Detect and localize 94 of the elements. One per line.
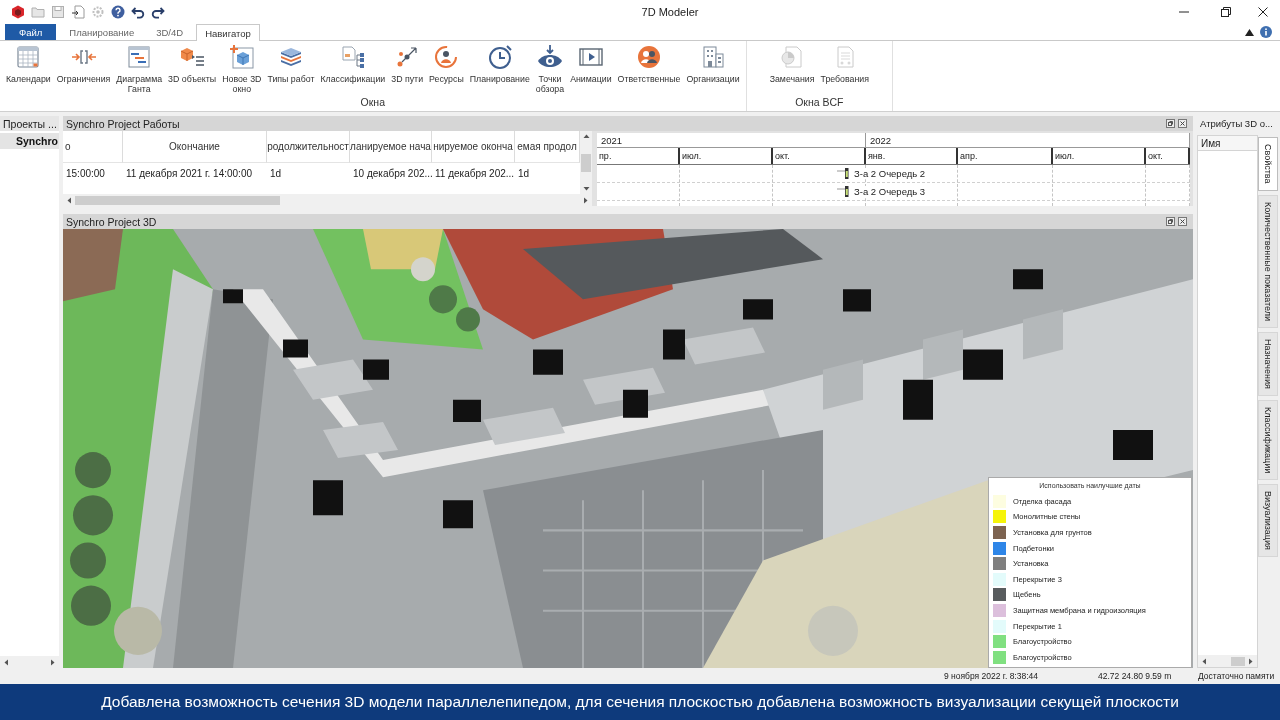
eye-icon [536,44,563,70]
column-header[interactable]: о [63,131,123,163]
vertical-scrollbar[interactable] [580,131,592,194]
side-tab[interactable]: Свойства [1258,137,1278,191]
building-icon [700,44,726,70]
status-coordinates: 42.72 24.80 9.59 m [1097,671,1173,681]
help-icon[interactable] [111,5,125,19]
table-cell-text: 1d [269,166,283,181]
ribbon-group-label: Окна BCF [794,96,845,110]
arrow-left-icon[interactable] [1201,657,1208,665]
gantt-chart-icon [126,44,153,70]
horizontal-scrollbar[interactable] [1198,655,1257,667]
person-cycle-icon [433,44,460,70]
clock-icon [486,44,513,70]
ribbon-button[interactable]: Диаграмма Ганта [113,44,166,94]
task-bar-icon[interactable] [837,185,850,198]
month-header: июл. [680,148,773,164]
ribbon-tab[interactable]: Планирование [60,24,144,40]
restore-icon[interactable] [1166,119,1175,128]
arrow-up-icon[interactable] [582,133,590,140]
ribbon-tab[interactable]: 3D/4D [147,24,193,40]
table-cell-text: 11 декабря 2021 г. 14:00:00 [125,166,253,181]
ribbon-button[interactable]: Анимации [567,44,615,84]
ribbon-button[interactable]: Точки обзора [532,44,568,94]
scrollbar-thumb[interactable] [1231,656,1245,666]
calendar-icon [15,44,42,70]
column-header[interactable]: Окончание [123,131,267,163]
project-item[interactable]: Synchro [0,133,59,149]
month-header: окт. [773,148,866,164]
ribbon-button[interactable]: Календари [3,44,54,84]
ribbon-button[interactable]: Планирование [466,44,533,84]
ribbon-button[interactable]: Ресурсы [426,44,467,84]
ribbon-button[interactable]: 3D объекты [165,44,220,84]
close-icon[interactable] [1178,217,1187,226]
arrow-left-icon[interactable] [66,196,73,204]
task-label: З-а 2 Очередь 2 [854,168,926,179]
restore-icon[interactable] [1166,217,1175,226]
task-label: З-а 2 Очередь 3 [854,186,926,197]
window-title: 7D Modeler [641,6,699,18]
table-cell-text: 10 декабря 202... [352,166,432,181]
file-menu-tab[interactable]: Файл [5,24,57,40]
tree-list-icon [339,44,366,70]
ribbon-button[interactable]: 3D пути [388,44,427,84]
side-tab[interactable]: Визуализация [1258,483,1278,557]
ribbon-group-label: Окна [359,96,386,110]
year-header: 2022 [866,133,1190,147]
ribbon-tab[interactable]: Навигатор [196,24,260,41]
month-header: янв. [866,148,958,164]
ribbon-button[interactable]: Ответственные [614,44,684,84]
month-header: июл. [1053,148,1146,164]
status-date: 9 ноября 2022 г. 8:38:44 [943,671,1038,681]
ribbon-button[interactable]: Организации [683,44,743,84]
side-tab[interactable]: Назначения [1258,331,1278,396]
ribbon-button[interactable]: Типы работ [264,44,318,84]
table-cell-text: 15:00:00 [65,166,106,181]
people-icon [636,44,662,70]
arrow-right-icon[interactable] [49,658,56,666]
month-header: окт. [1146,148,1190,164]
table-cell-text: 1d [517,166,531,181]
panel-title: Synchro Project Работы [66,117,180,130]
collapse-ribbon-icon[interactable] [1245,27,1254,37]
import-icon[interactable] [71,5,85,19]
cube-window-icon [228,44,255,70]
scrollbar-thumb[interactable] [75,195,280,205]
column-header[interactable]: нируемое оконча [432,131,515,163]
info-icon[interactable] [1260,26,1272,38]
side-tab[interactable]: Классификации [1258,399,1278,480]
undo-icon[interactable] [131,5,145,19]
scrollbar-thumb[interactable] [581,153,591,172]
month-header: апр. [958,148,1053,164]
ribbon-button[interactable]: Новое 3D окно [219,44,265,94]
caption-text: Добавлена возможность сечения 3D модели параллелепипедом, для сечения плоскостью добавлена возможность визуализации секущей плоскости [101,693,1179,711]
panel-title: Synchro Project 3D [66,215,157,228]
status-memory: Достаточно памяти [1198,671,1276,681]
column-header[interactable]: родолжительност [267,131,350,163]
arrow-right-icon[interactable] [582,196,589,204]
side-tab[interactable]: Количественные показатели [1258,194,1278,328]
ribbon-button[interactable]: Ограничения [53,44,114,84]
table-cell-text: 11 декабря 202... [434,166,515,181]
ribbon-button[interactable]: Классификации [317,44,389,84]
task-bar-icon[interactable] [837,167,850,180]
redo-icon[interactable] [151,5,165,19]
close-icon[interactable] [1178,119,1187,128]
arrow-right-icon[interactable] [1247,657,1254,665]
panel-title: Проекты ... [0,116,59,131]
close-icon[interactable] [1258,7,1268,17]
arrow-down-icon[interactable] [582,185,590,192]
restore-window-icon[interactable] [1221,7,1231,17]
app-logo-icon [11,5,25,19]
column-header[interactable]: Имя [1198,136,1257,151]
month-header: пр. [597,148,680,164]
arrow-left-icon[interactable] [3,658,10,666]
year-header: 2021 [597,133,866,147]
column-header[interactable]: ланируемое нача [350,131,432,163]
